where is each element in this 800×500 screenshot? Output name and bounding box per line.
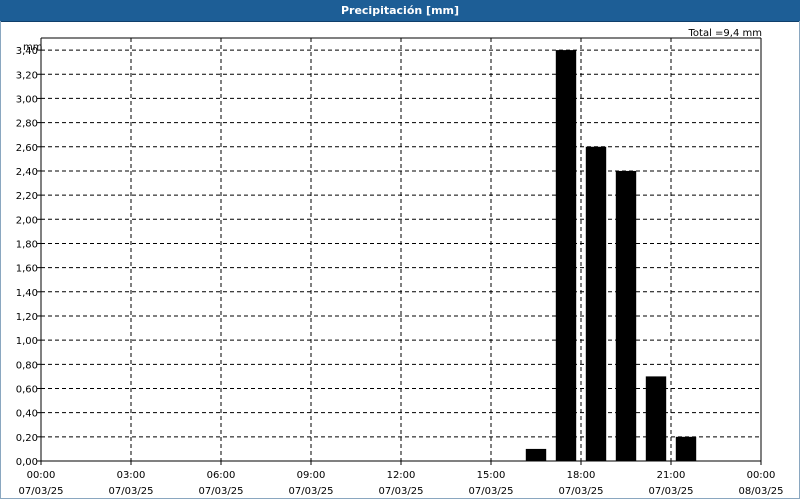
x-tick-date: 08/03/25 <box>739 486 784 497</box>
precip-bar <box>645 376 667 461</box>
x-tick-date: 07/03/25 <box>109 486 154 497</box>
x-tick-date: 07/03/25 <box>649 486 694 497</box>
x-tick-date: 07/03/25 <box>379 486 424 497</box>
y-tick-label: 0,00 <box>16 457 38 468</box>
x-tick-time: 00:00 <box>27 470 56 481</box>
x-tick-time: 06:00 <box>207 470 236 481</box>
precip-bar <box>675 436 697 461</box>
x-tick-time: 12:00 <box>387 470 416 481</box>
y-tick-label: 1,00 <box>16 336 38 347</box>
precip-bar <box>585 146 607 461</box>
x-tick-date: 07/03/25 <box>289 486 334 497</box>
x-tick-labels: 00:00 07/03/25 03:00 07/03/25 06:00 07/03/25 0… <box>19 470 784 497</box>
y-tick-label: 1,40 <box>16 288 38 299</box>
y-tick-label: 0,40 <box>16 409 38 420</box>
y-tick-label: 2,20 <box>16 191 38 202</box>
x-tick-time: 09:00 <box>297 470 326 481</box>
y-tick-label: 2,00 <box>16 215 38 226</box>
y-tick-labels: 0,00 0,20 0,40 0,60 0,80 1,00 1,20 1,40 1,60 1,80… <box>16 46 38 468</box>
y-tick-label: 2,60 <box>16 143 38 154</box>
x-tick-date: 07/03/25 <box>559 486 604 497</box>
y-tick-label: 2,40 <box>16 167 38 178</box>
x-tick-time: 18:00 <box>567 470 596 481</box>
x-tick-time: 03:00 <box>117 470 146 481</box>
y-tick-label: 1,60 <box>16 264 38 275</box>
x-tick-time: 00:00 <box>747 470 776 481</box>
y-tick-label: 3,20 <box>16 70 38 81</box>
x-tick-date: 07/03/25 <box>19 486 64 497</box>
y-tick-label: 1,20 <box>16 312 38 323</box>
y-tick-label: 2,80 <box>16 119 38 130</box>
chart-plot: mm Total =9,4 mm 0,000,200,400,600,801,0… <box>16 28 784 497</box>
y-tick-label: 1,80 <box>16 239 38 250</box>
y-tick-label: 3,40 <box>16 46 38 57</box>
x-tick-time: 21:00 <box>657 470 686 481</box>
y-tick-label: 0,60 <box>16 384 38 395</box>
x-tick-time: 15:00 <box>477 470 506 481</box>
precip-bar <box>555 50 577 461</box>
precip-bar <box>525 448 547 461</box>
y-tick-label: 0,80 <box>16 360 38 371</box>
precip-bar <box>615 170 637 461</box>
total-label: Total =9,4 mm <box>688 28 762 39</box>
x-tick-date: 07/03/25 <box>199 486 244 497</box>
y-tick-label: 3,00 <box>16 94 38 105</box>
x-tick-date: 07/03/25 <box>469 486 514 497</box>
y-tick-label: 0,20 <box>16 433 38 444</box>
